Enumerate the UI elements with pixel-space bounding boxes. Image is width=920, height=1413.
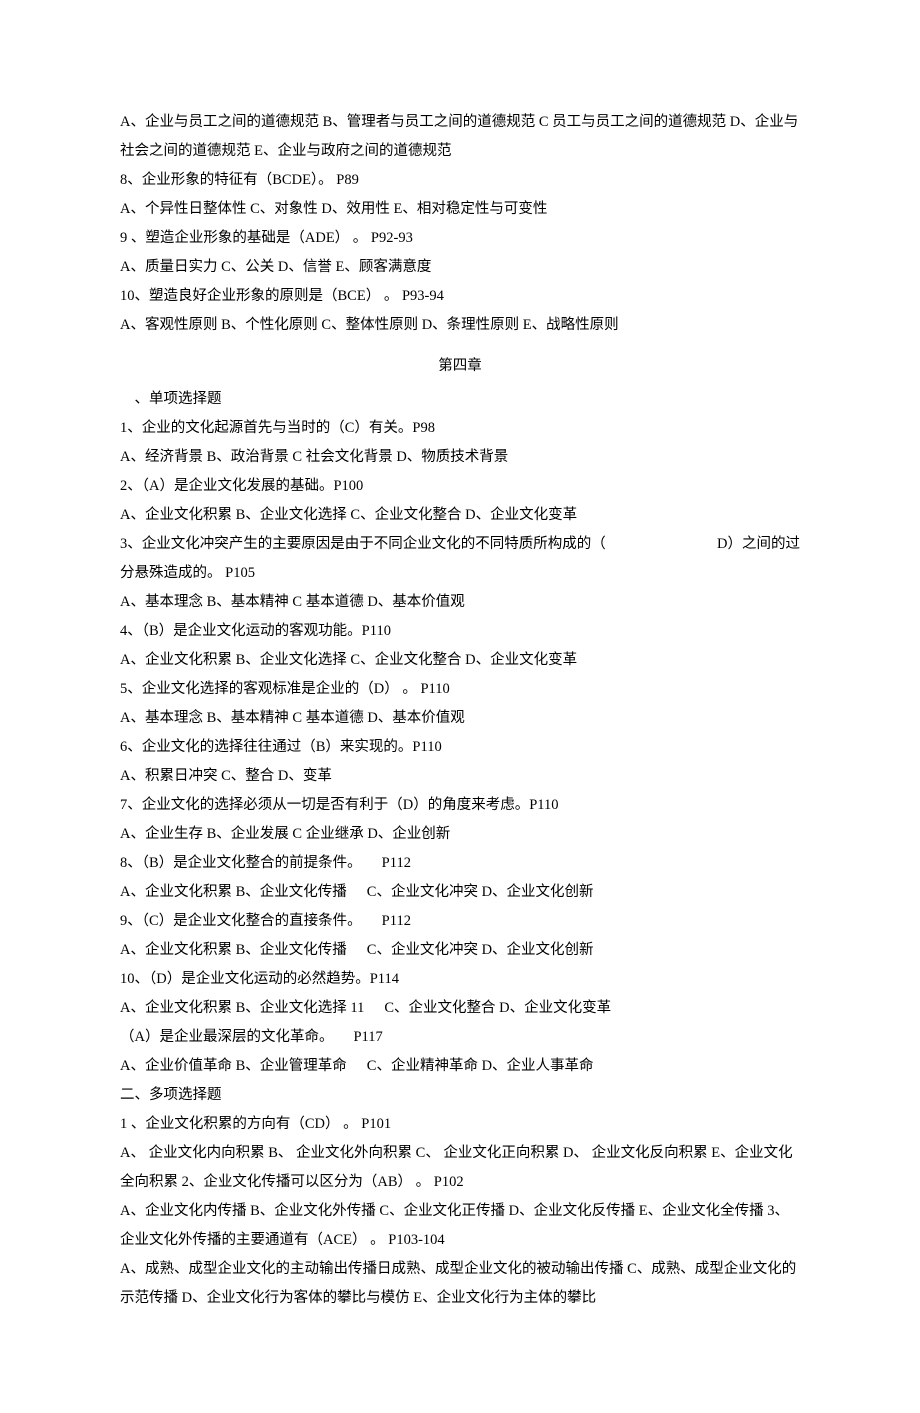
- text-line: A、企业文化积累 B、企业文化选择 C、企业文化整合 D、企业文化变革: [120, 501, 800, 530]
- text-line: 2、（A）是企业文化发展的基础。P100: [120, 472, 800, 501]
- text-line-right: P112: [382, 849, 411, 878]
- section-heading: 、单项选择题: [120, 385, 800, 414]
- text-row: 9、（C）是企业文化整合的直接条件。 P112: [120, 907, 800, 936]
- text-line: A、 企业文化内向积累 B、 企业文化外向积累 C、 企业文化正向积累 D、 企…: [120, 1139, 800, 1197]
- text-line-right: P117: [353, 1023, 382, 1052]
- section-heading: 二、多项选择题: [120, 1081, 800, 1110]
- text-line: 5、企业文化选择的客观标准是企业的（D） 。 P110: [120, 675, 800, 704]
- text-line: A、客观性原则 B、个性化原则 C、整体性原则 D、条理性原则 E、战略性原则: [120, 311, 800, 340]
- text-line: A、企业与员工之间的道德规范 B、管理者与员工之间的道德规范 C 员工与员工之间…: [120, 108, 800, 166]
- text-line: 8、企业形象的特征有（BCDE）。 P89: [120, 166, 800, 195]
- text-line-right: C、企业精神革命 D、企业人事革命: [367, 1052, 594, 1081]
- text-line-left: A、企业文化积累 B、企业文化传播: [120, 878, 367, 907]
- text-line: 9 、塑造企业形象的基础是（ADE） 。 P92-93: [120, 224, 800, 253]
- text-row: （A）是企业最深层的文化革命。 P117: [120, 1023, 800, 1052]
- text-line-left: 8、（B）是企业文化整合的前提条件。: [120, 849, 382, 878]
- text-line: A、企业生存 B、企业发展 C 企业继承 D、企业创新: [120, 820, 800, 849]
- text-line: A、企业文化内传播 B、企业文化外传播 C、企业文化正传播 D、企业文化反传播 …: [120, 1197, 800, 1255]
- text-row: A、企业文化积累 B、企业文化选择 11 C、企业文化整合 D、企业文化变革: [120, 994, 800, 1023]
- text-line: 7、企业文化的选择必须从一切是否有利于（D）的角度来考虑。P110: [120, 791, 800, 820]
- text-line: 1 、企业文化积累的方向有（CD） 。 P101: [120, 1110, 800, 1139]
- text-line-left: （A）是企业最深层的文化革命。: [120, 1023, 353, 1052]
- text-line: A、积累日冲突 C、整合 D、变革: [120, 762, 800, 791]
- text-line: 1、企业的文化起源首先与当时的（C）有关。P98: [120, 414, 800, 443]
- text-line-left: A、企业文化积累 B、企业文化传播: [120, 936, 367, 965]
- text-line-right: P112: [382, 907, 411, 936]
- text-row: A、企业价值革命 B、企业管理革命 C、企业精神革命 D、企业人事革命: [120, 1052, 800, 1081]
- text-line: A、成熟、成型企业文化的主动输出传播日成熟、成型企业文化的被动输出传播 C、成熟…: [120, 1255, 800, 1313]
- text-line-right: D）之间的过: [717, 530, 800, 559]
- text-row: 8、（B）是企业文化整合的前提条件。 P112: [120, 849, 800, 878]
- text-line: 4、（B）是企业文化运动的客观功能。P110: [120, 617, 800, 646]
- chapter-title: 第四章: [120, 352, 800, 381]
- text-row: A、企业文化积累 B、企业文化传播 C、企业文化冲突 D、企业文化创新: [120, 878, 800, 907]
- text-line-right: C、企业文化冲突 D、企业文化创新: [367, 878, 594, 907]
- text-line: 分悬殊造成的。 P105: [120, 559, 800, 588]
- text-line-right: C、企业文化整合 D、企业文化变革: [384, 994, 611, 1023]
- text-line: 10、塑造良好企业形象的原则是（BCE） 。 P93-94: [120, 282, 800, 311]
- text-line: A、个异性日整体性 C、对象性 D、效用性 E、相对稳定性与可变性: [120, 195, 800, 224]
- text-row: A、企业文化积累 B、企业文化传播 C、企业文化冲突 D、企业文化创新: [120, 936, 800, 965]
- text-line-right: C、企业文化冲突 D、企业文化创新: [367, 936, 594, 965]
- text-line: 10、（D）是企业文化运动的必然趋势。P114: [120, 965, 800, 994]
- text-line-left: 3、企业文化冲突产生的主要原因是由于不同企业文化的不同特质所构成的（: [120, 530, 717, 559]
- text-line-left: 9、（C）是企业文化整合的直接条件。: [120, 907, 382, 936]
- text-line: A、企业文化积累 B、企业文化选择 C、企业文化整合 D、企业文化变革: [120, 646, 800, 675]
- text-line: A、质量日实力 C、公关 D、信誉 E、顾客满意度: [120, 253, 800, 282]
- text-line: A、经济背景 B、政治背景 C 社会文化背景 D、物质技术背景: [120, 443, 800, 472]
- document-page: A、企业与员工之间的道德规范 B、管理者与员工之间的道德规范 C 员工与员工之间…: [0, 0, 920, 1413]
- text-line: A、基本理念 B、基本精神 C 基本道德 D、基本价值观: [120, 704, 800, 733]
- text-line-left: A、企业价值革命 B、企业管理革命: [120, 1052, 367, 1081]
- text-line: 6、企业文化的选择往往通过（B）来实现的。P110: [120, 733, 800, 762]
- text-line: A、基本理念 B、基本精神 C 基本道德 D、基本价值观: [120, 588, 800, 617]
- text-line-left: A、企业文化积累 B、企业文化选择 11: [120, 994, 384, 1023]
- text-row: 3、企业文化冲突产生的主要原因是由于不同企业文化的不同特质所构成的（ D）之间的…: [120, 530, 800, 559]
